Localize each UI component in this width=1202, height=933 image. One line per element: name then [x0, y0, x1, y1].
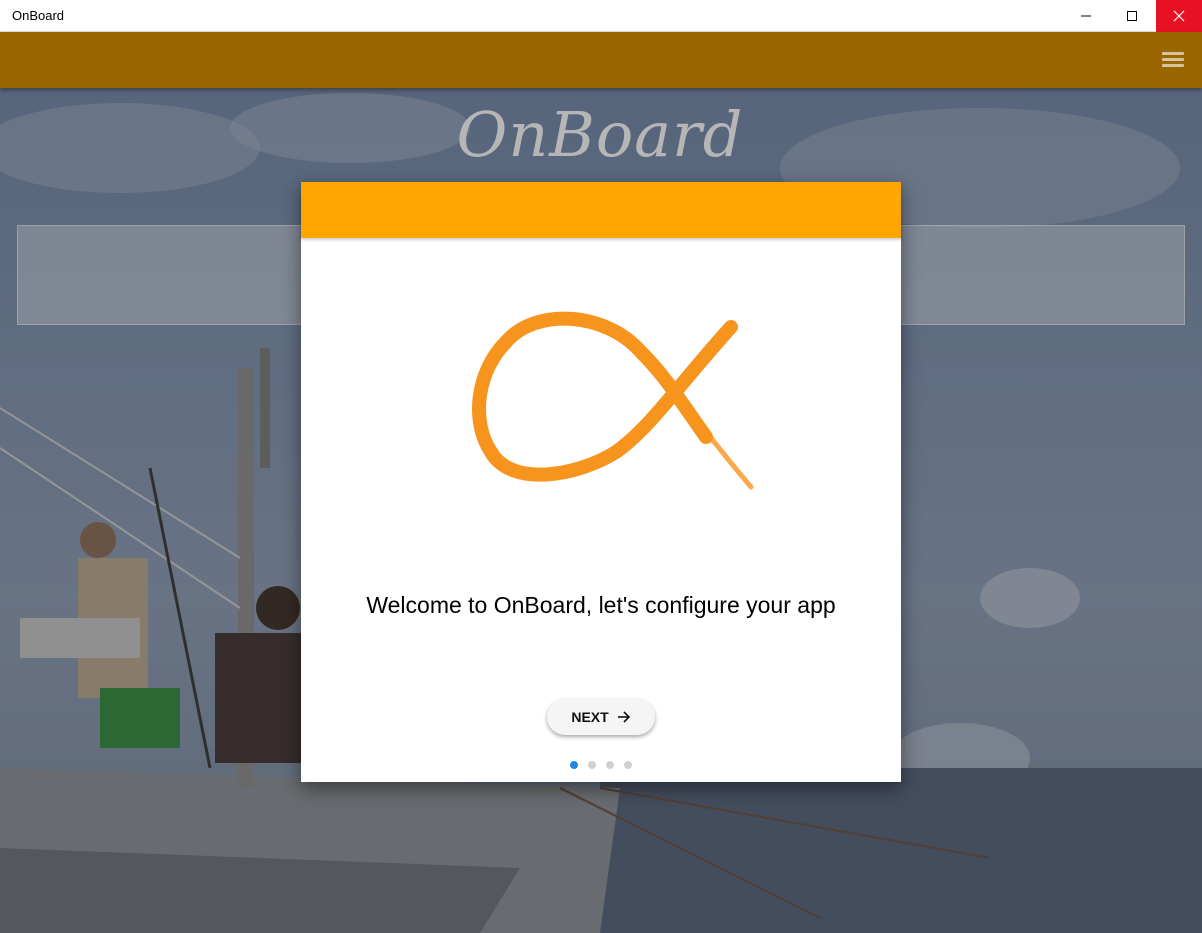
close-button[interactable] — [1156, 0, 1202, 32]
page-dot-4[interactable] — [624, 761, 632, 769]
app-logo-text: OnBoard — [456, 98, 744, 171]
next-button-label: NEXT — [571, 709, 609, 725]
window-title: OnBoard — [12, 8, 65, 23]
page-dot-3[interactable] — [606, 761, 614, 769]
page-dot-2[interactable] — [588, 761, 596, 769]
page-dot-1[interactable] — [570, 761, 578, 769]
maximize-button[interactable] — [1109, 0, 1155, 32]
maximize-icon — [1127, 11, 1137, 21]
onboarding-dialog: Welcome to OnBoard, let's configure your… — [301, 182, 901, 782]
window-titlebar: OnBoard — [0, 0, 1202, 32]
close-icon — [1173, 10, 1185, 22]
pagination-dots — [301, 761, 901, 769]
arrow-right-icon — [617, 711, 630, 723]
app-header — [0, 32, 1202, 88]
next-button[interactable]: NEXT — [547, 699, 655, 735]
welcome-message: Welcome to OnBoard, let's configure your… — [366, 592, 836, 618]
fish-logo-icon — [472, 311, 754, 490]
minimize-icon — [1081, 15, 1091, 17]
minimize-button[interactable] — [1063, 0, 1109, 32]
dialog-header — [301, 182, 901, 238]
hamburger-menu-icon[interactable] — [1162, 52, 1184, 68]
